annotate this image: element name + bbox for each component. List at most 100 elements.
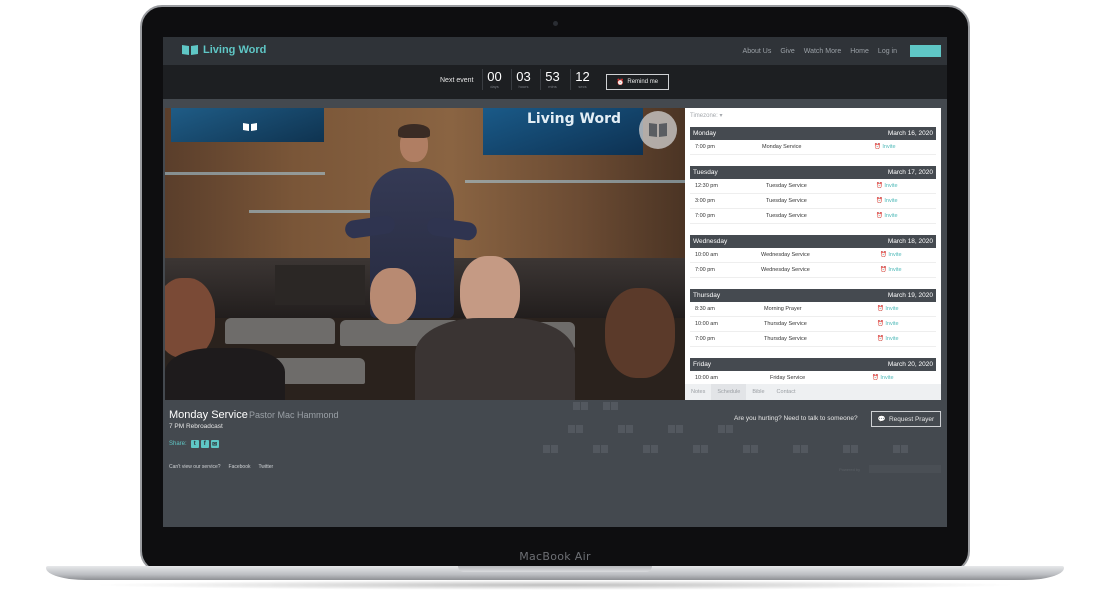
event-row: 3:00 pm Tuesday Service ⏰ Invite xyxy=(690,194,936,209)
audience-shoulders xyxy=(165,348,285,400)
event-name: Tuesday Service xyxy=(766,213,807,219)
prayer-prompt: Are you hurting? Need to talk to someone… xyxy=(734,415,858,422)
audience-head xyxy=(605,288,675,378)
camera-icon xyxy=(553,21,558,26)
day-header: Monday March 16, 2020 xyxy=(690,127,936,140)
event-row: 7:00 pm Thursday Service ⏰ Invite xyxy=(690,332,936,347)
countdown-hours-unit: hours xyxy=(518,84,529,89)
day-name: Thursday xyxy=(693,292,721,299)
invite-label: Invite xyxy=(885,321,899,327)
schedule-tabs: Notes Schedule Bible Contact xyxy=(685,384,941,400)
countdown-mins-unit: mins xyxy=(548,84,557,89)
audience-head xyxy=(165,278,215,358)
service-title: Monday Service xyxy=(169,409,248,421)
countdown-secs-unit: secs xyxy=(578,84,587,89)
timezone-select[interactable]: Timezone: ▾ xyxy=(690,112,722,119)
next-event-label: Next event xyxy=(440,77,474,84)
schedule-day: Thursday March 19, 2020 8:30 am Morning … xyxy=(690,289,936,347)
tab-notes[interactable]: Notes xyxy=(685,384,711,400)
event-row: 7:00 pm Wednesday Service ⏰ Invite xyxy=(690,263,936,278)
nav-log-in[interactable]: Log in xyxy=(878,48,897,55)
powered-by-label: Powered by xyxy=(839,467,861,472)
invite-label: Invite xyxy=(888,267,902,273)
countdown-secs: 12 secs xyxy=(570,69,594,90)
share-bar: Share: t f ✉ xyxy=(169,440,219,448)
logo[interactable]: Living Word xyxy=(181,44,266,56)
tab-schedule[interactable]: Schedule xyxy=(711,384,747,400)
event-row: 10:00 am Thursday Service ⏰ Invite xyxy=(690,317,936,332)
schedule-panel: Timezone: ▾ Monday March 16, 2020 7:00 p… xyxy=(685,108,941,400)
tab-contact[interactable]: Contact xyxy=(771,384,802,400)
tab-bible[interactable]: Bible xyxy=(746,384,770,400)
twitter-icon[interactable]: t xyxy=(190,440,199,448)
chat-bubble-icon: 💬 xyxy=(877,416,886,423)
event-name: Morning Prayer xyxy=(764,306,802,312)
invite-link[interactable]: ⏰ Invite xyxy=(877,321,899,327)
footer-links: Can't view our service? Facebook Twitter xyxy=(169,464,273,470)
facebook-icon[interactable]: f xyxy=(200,440,209,448)
main-menu: About Us Give Watch More Home Log in xyxy=(743,45,941,57)
cant-view-link[interactable]: Can't view our service? xyxy=(169,464,221,470)
stage-screen-title: Living Word xyxy=(527,111,621,127)
invite-link[interactable]: ⏰ Invite xyxy=(876,213,898,219)
schedule-day: Tuesday March 17, 2020 12:30 pm Tuesday … xyxy=(690,166,936,224)
event-name: Wednesday Service xyxy=(761,252,810,258)
top-nav: Living Word About Us Give Watch More Hom… xyxy=(163,37,947,65)
countdown-mins-value: 53 xyxy=(545,69,560,84)
invite-label: Invite xyxy=(888,252,902,258)
invite-label: Invite xyxy=(882,144,896,150)
nav-give[interactable]: Give xyxy=(780,48,794,55)
event-row: 7:00 pm Tuesday Service ⏰ Invite xyxy=(690,209,936,224)
invite-link[interactable]: ⏰ Invite xyxy=(880,252,902,258)
invite-label: Invite xyxy=(884,198,898,204)
request-prayer-button[interactable]: 💬 Request Prayer xyxy=(871,411,941,427)
invite-link[interactable]: ⏰ Invite xyxy=(876,183,898,189)
twitter-link[interactable]: Twitter xyxy=(259,464,274,470)
invite-link[interactable]: ⏰ Invite xyxy=(872,375,894,381)
event-name: Tuesday Service xyxy=(766,183,807,189)
schedule-day: Friday March 20, 2020 10:00 am Friday Se… xyxy=(690,358,936,386)
day-date: March 17, 2020 xyxy=(887,169,933,176)
invite-link[interactable]: ⏰ Invite xyxy=(880,267,902,273)
audience-shoulders xyxy=(415,318,575,400)
laptop-shadow xyxy=(90,580,1020,590)
invite-link[interactable]: ⏰ Invite xyxy=(876,198,898,204)
remind-me-label: Remind me xyxy=(627,79,659,85)
day-name: Wednesday xyxy=(693,238,728,245)
invite-link[interactable]: ⏰ Invite xyxy=(874,144,896,150)
event-name: Thursday Service xyxy=(764,336,807,342)
remind-me-button[interactable]: ⏰ Remind me xyxy=(606,74,669,90)
countdown-days: 00 days xyxy=(482,69,506,90)
service-info: Monday Service Pastor Mac Hammond 7 PM R… xyxy=(163,400,947,527)
event-row: 7:00 pm Monday Service ⏰ Invite xyxy=(690,140,936,155)
invite-label: Invite xyxy=(885,306,899,312)
nav-watch-more[interactable]: Watch More xyxy=(804,48,841,55)
audience-head xyxy=(370,268,416,324)
countdown-bar: Next event 00 days 03 hours 53 mins 12 s… xyxy=(163,65,947,99)
schedule-day: Wednesday March 18, 2020 10:00 am Wednes… xyxy=(690,235,936,278)
invite-label: Invite xyxy=(880,375,894,381)
nav-about-us[interactable]: About Us xyxy=(743,48,772,55)
event-name: Monday Service xyxy=(762,144,802,150)
nav-cta-button[interactable] xyxy=(910,45,941,57)
event-time: 7:00 pm xyxy=(695,213,715,219)
countdown-mins: 53 mins xyxy=(540,69,564,90)
countdown-days-value: 00 xyxy=(487,69,502,84)
event-name: Friday Service xyxy=(770,375,806,381)
facebook-link[interactable]: Facebook xyxy=(229,464,251,470)
invite-link[interactable]: ⏰ Invite xyxy=(877,306,899,312)
book-pattern-decoration xyxy=(543,402,908,453)
service-pastor: Pastor Mac Hammond xyxy=(249,410,339,420)
day-header: Friday March 20, 2020 xyxy=(690,358,936,371)
open-book-icon xyxy=(182,45,198,55)
email-icon[interactable]: ✉ xyxy=(210,440,219,448)
invite-label: Invite xyxy=(885,336,899,342)
lectern xyxy=(275,265,365,305)
nav-home[interactable]: Home xyxy=(850,48,869,55)
event-time: 10:00 am xyxy=(695,252,718,258)
speaker-hair xyxy=(398,124,430,138)
schedule-day: Monday March 16, 2020 7:00 pm Monday Ser… xyxy=(690,127,936,155)
countdown-days-unit: days xyxy=(490,84,499,89)
invite-link[interactable]: ⏰ Invite xyxy=(877,336,899,342)
video-player[interactable]: Living Word xyxy=(165,108,685,400)
